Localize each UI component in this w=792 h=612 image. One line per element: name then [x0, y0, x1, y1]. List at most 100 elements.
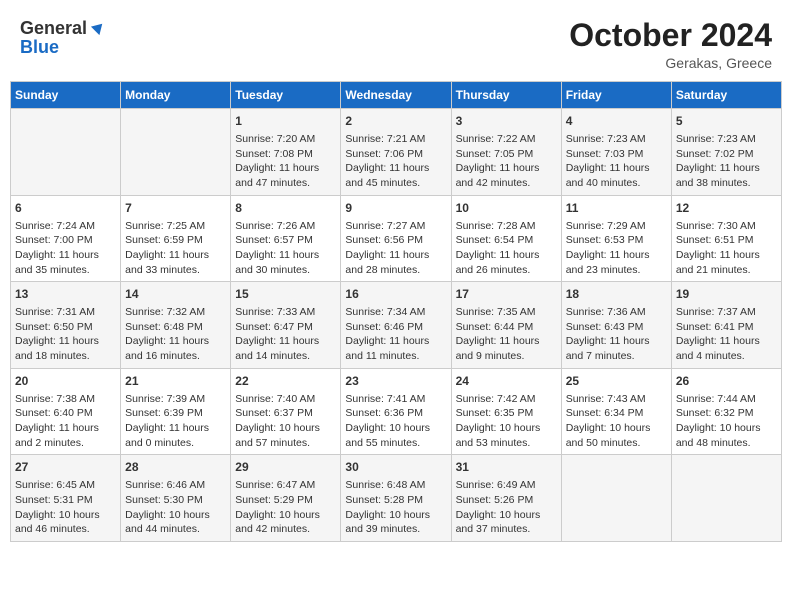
day-info: Sunrise: 7:44 AMSunset: 6:32 PMDaylight:… — [676, 392, 777, 451]
weekday-header-tuesday: Tuesday — [231, 82, 341, 109]
title-block: October 2024 Gerakas, Greece — [569, 18, 772, 71]
day-info: Sunrise: 7:32 AMSunset: 6:48 PMDaylight:… — [125, 305, 226, 364]
day-number: 12 — [676, 200, 777, 217]
calendar-cell: 30Sunrise: 6:48 AMSunset: 5:28 PMDayligh… — [341, 455, 451, 542]
calendar-cell: 8 Sunrise: 7:26 AMSunset: 6:57 PMDaylight… — [231, 195, 341, 282]
calendar-cell — [121, 109, 231, 196]
calendar-week-4: 20 Sunrise: 7:38 AMSunset: 6:40 PMDayligh… — [11, 368, 782, 455]
calendar-cell: 23Sunrise: 7:41 AMSunset: 6:36 PMDayligh… — [341, 368, 451, 455]
calendar-cell: 7 Sunrise: 7:25 AMSunset: 6:59 PMDaylight… — [121, 195, 231, 282]
calendar-cell: 15 Sunrise: 7:33 AMSunset: 6:47 PMDayligh… — [231, 282, 341, 369]
day-info: Sunrise: 7:28 AMSunset: 6:54 PMDaylight:… — [456, 219, 557, 278]
day-number: 15 — [235, 286, 336, 303]
calendar-week-2: 6 Sunrise: 7:24 AMSunset: 7:00 PMDaylight… — [11, 195, 782, 282]
calendar-cell: 5Sunrise: 7:23 AMSunset: 7:02 PMDaylight… — [671, 109, 781, 196]
page-header: General Blue October 2024 Gerakas, Greec… — [10, 10, 782, 75]
day-number: 16 — [345, 286, 446, 303]
calendar-week-1: 1 Sunrise: 7:20 AMSunset: 7:08 PMDaylight… — [11, 109, 782, 196]
calendar-cell: 11 Sunrise: 7:29 AMSunset: 6:53 PMDayligh… — [561, 195, 671, 282]
day-number: 17 — [456, 286, 557, 303]
weekday-header-friday: Friday — [561, 82, 671, 109]
day-number: 11 — [566, 200, 667, 217]
day-number: 4 — [566, 113, 667, 130]
day-number: 10 — [456, 200, 557, 217]
calendar-body: 1 Sunrise: 7:20 AMSunset: 7:08 PMDaylight… — [11, 109, 782, 542]
logo-blue-text: Blue — [20, 37, 59, 58]
calendar-cell: 10 Sunrise: 7:28 AMSunset: 6:54 PMDayligh… — [451, 195, 561, 282]
day-info: Sunrise: 7:42 AMSunset: 6:35 PMDaylight:… — [456, 392, 557, 451]
day-info: Sunrise: 7:30 AMSunset: 6:51 PMDaylight:… — [676, 219, 777, 278]
day-info: Sunrise: 6:49 AMSunset: 5:26 PMDaylight:… — [456, 478, 557, 537]
calendar-cell: 1 Sunrise: 7:20 AMSunset: 7:08 PMDaylight… — [231, 109, 341, 196]
calendar-cell — [11, 109, 121, 196]
day-number: 9 — [345, 200, 446, 217]
day-info: Sunrise: 7:20 AMSunset: 7:08 PMDaylight:… — [235, 132, 336, 191]
weekday-header-sunday: Sunday — [11, 82, 121, 109]
calendar-cell: 9Sunrise: 7:27 AMSunset: 6:56 PMDaylight… — [341, 195, 451, 282]
calendar-header: SundayMondayTuesdayWednesdayThursdayFrid… — [11, 82, 782, 109]
calendar-cell: 20 Sunrise: 7:38 AMSunset: 6:40 PMDayligh… — [11, 368, 121, 455]
day-number: 18 — [566, 286, 667, 303]
day-number: 14 — [125, 286, 226, 303]
calendar-cell: 19 Sunrise: 7:37 AMSunset: 6:41 PMDayligh… — [671, 282, 781, 369]
day-number: 20 — [15, 373, 116, 390]
day-number: 30 — [345, 459, 446, 476]
calendar-cell: 25 Sunrise: 7:43 AMSunset: 6:34 PMDayligh… — [561, 368, 671, 455]
day-info: Sunrise: 7:33 AMSunset: 6:47 PMDaylight:… — [235, 305, 336, 364]
day-number: 27 — [15, 459, 116, 476]
calendar-cell: 3Sunrise: 7:22 AMSunset: 7:05 PMDaylight… — [451, 109, 561, 196]
month-title: October 2024 — [569, 18, 772, 53]
calendar-cell — [561, 455, 671, 542]
calendar-cell: 22 Sunrise: 7:40 AMSunset: 6:37 PMDayligh… — [231, 368, 341, 455]
day-number: 7 — [125, 200, 226, 217]
weekday-header-row: SundayMondayTuesdayWednesdayThursdayFrid… — [11, 82, 782, 109]
calendar-week-5: 27Sunrise: 6:45 AMSunset: 5:31 PMDayligh… — [11, 455, 782, 542]
day-number: 6 — [15, 200, 116, 217]
day-number: 19 — [676, 286, 777, 303]
day-info: Sunrise: 6:47 AMSunset: 5:29 PMDaylight:… — [235, 478, 336, 537]
day-number: 31 — [456, 459, 557, 476]
day-info: Sunrise: 6:46 AMSunset: 5:30 PMDaylight:… — [125, 478, 226, 537]
calendar-cell: 17 Sunrise: 7:35 AMSunset: 6:44 PMDayligh… — [451, 282, 561, 369]
calendar-cell: 18 Sunrise: 7:36 AMSunset: 6:43 PMDayligh… — [561, 282, 671, 369]
day-info: Sunrise: 7:29 AMSunset: 6:53 PMDaylight:… — [566, 219, 667, 278]
day-info: Sunrise: 7:23 AMSunset: 7:03 PMDaylight:… — [566, 132, 667, 191]
day-info: Sunrise: 7:38 AMSunset: 6:40 PMDaylight:… — [15, 392, 116, 451]
day-number: 25 — [566, 373, 667, 390]
day-info: Sunrise: 7:36 AMSunset: 6:43 PMDaylight:… — [566, 305, 667, 364]
logo-arrow-icon — [90, 20, 106, 36]
day-info: Sunrise: 7:37 AMSunset: 6:41 PMDaylight:… — [676, 305, 777, 364]
day-number: 5 — [676, 113, 777, 130]
location: Gerakas, Greece — [569, 55, 772, 71]
day-info: Sunrise: 7:25 AMSunset: 6:59 PMDaylight:… — [125, 219, 226, 278]
day-number: 1 — [235, 113, 336, 130]
weekday-header-thursday: Thursday — [451, 82, 561, 109]
day-info: Sunrise: 7:35 AMSunset: 6:44 PMDaylight:… — [456, 305, 557, 364]
weekday-header-saturday: Saturday — [671, 82, 781, 109]
day-number: 29 — [235, 459, 336, 476]
day-info: Sunrise: 7:39 AMSunset: 6:39 PMDaylight:… — [125, 392, 226, 451]
day-info: Sunrise: 7:43 AMSunset: 6:34 PMDaylight:… — [566, 392, 667, 451]
day-info: Sunrise: 7:41 AMSunset: 6:36 PMDaylight:… — [345, 392, 446, 451]
day-info: Sunrise: 7:40 AMSunset: 6:37 PMDaylight:… — [235, 392, 336, 451]
day-number: 8 — [235, 200, 336, 217]
calendar-cell: 31 Sunrise: 6:49 AMSunset: 5:26 PMDayligh… — [451, 455, 561, 542]
logo: General Blue — [20, 18, 106, 58]
calendar-week-3: 13Sunrise: 7:31 AMSunset: 6:50 PMDayligh… — [11, 282, 782, 369]
calendar-cell: 12 Sunrise: 7:30 AMSunset: 6:51 PMDayligh… — [671, 195, 781, 282]
calendar-cell — [671, 455, 781, 542]
day-info: Sunrise: 7:26 AMSunset: 6:57 PMDaylight:… — [235, 219, 336, 278]
calendar-cell: 13Sunrise: 7:31 AMSunset: 6:50 PMDayligh… — [11, 282, 121, 369]
day-number: 3 — [456, 113, 557, 130]
day-number: 28 — [125, 459, 226, 476]
calendar-cell: 6 Sunrise: 7:24 AMSunset: 7:00 PMDaylight… — [11, 195, 121, 282]
calendar-cell: 2Sunrise: 7:21 AMSunset: 7:06 PMDaylight… — [341, 109, 451, 196]
weekday-header-wednesday: Wednesday — [341, 82, 451, 109]
weekday-header-monday: Monday — [121, 82, 231, 109]
calendar-cell: 16 Sunrise: 7:34 AMSunset: 6:46 PMDayligh… — [341, 282, 451, 369]
day-info: Sunrise: 7:21 AMSunset: 7:06 PMDaylight:… — [345, 132, 446, 191]
day-info: Sunrise: 7:34 AMSunset: 6:46 PMDaylight:… — [345, 305, 446, 364]
day-info: Sunrise: 7:24 AMSunset: 7:00 PMDaylight:… — [15, 219, 116, 278]
logo-general-text: General — [20, 18, 87, 39]
day-number: 22 — [235, 373, 336, 390]
